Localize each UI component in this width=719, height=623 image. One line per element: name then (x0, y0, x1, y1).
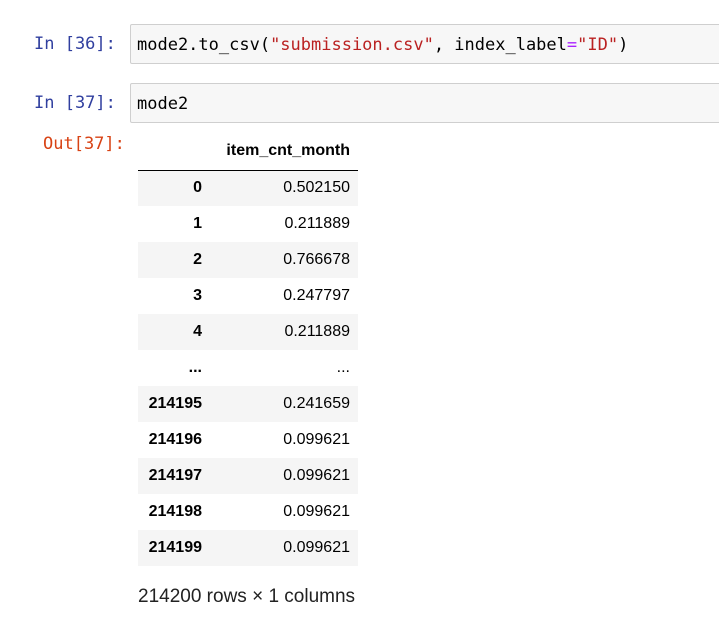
cell-value: 0.766678 (283, 251, 350, 268)
cell-value: 0.211889 (284, 215, 350, 232)
table-row: ...... (138, 350, 358, 386)
table-row: 214199 0.099621 (138, 530, 358, 566)
row-index: 214197 (148, 467, 202, 484)
table-row: 2 0.766678 (138, 242, 358, 278)
code-string-token: "submission.csv" (270, 35, 434, 55)
dataframe-shape: 214200 rows × 1 columns (138, 586, 356, 607)
table-header-row: item_cnt_month (138, 133, 358, 171)
row-index: 4 (193, 323, 202, 340)
dataframe-table: item_cnt_month 0 0.502150 1 0.211889 2 0.7666… (138, 133, 358, 566)
code-cell-36[interactable]: mode2.to_csv("submission.csv", index_lab… (130, 24, 719, 64)
table-row: 0 0.502150 (138, 170, 358, 206)
index-header (138, 133, 210, 171)
code-operator-token: = (566, 35, 578, 55)
cell-value: 0.241659 (283, 395, 350, 412)
row-index: 1 (193, 215, 202, 232)
cell-value: 0.211889 (284, 323, 350, 340)
cell-value: ... (336, 359, 350, 376)
cell-prompt-out-37: Out[37]: (43, 134, 125, 154)
row-index: 3 (193, 287, 202, 304)
row-index: 0 (193, 179, 202, 197)
code-string-token: "ID" (577, 35, 619, 55)
row-index: 214199 (148, 539, 202, 556)
cell-prompt-in-37: In [37]: (34, 93, 116, 113)
column-header: item_cnt_month (210, 133, 358, 171)
cell-value: 0.502150 (283, 179, 350, 197)
code-line: mode2.to_csv("submission.csv", index_lab… (137, 35, 628, 55)
code-token: mode2.to_csv( (137, 35, 271, 55)
table-row: 214196 0.099621 (138, 422, 358, 458)
cell-value: 0.099621 (283, 503, 350, 520)
code-cell-37[interactable]: mode2 (130, 83, 719, 123)
table-row: 4 0.211889 (138, 314, 358, 350)
row-index: 214196 (148, 431, 202, 448)
table-row: 214197 0.099621 (138, 458, 358, 494)
table-row: 3 0.247797 (138, 278, 358, 314)
row-index: ... (188, 359, 202, 376)
table-row: 214195 0.241659 (138, 386, 358, 422)
table-row: 214198 0.099621 (138, 494, 358, 530)
row-index: 214198 (148, 503, 202, 520)
cell-value: 0.099621 (283, 467, 350, 484)
cell-value: 0.099621 (283, 431, 350, 448)
cell-value: 0.099621 (283, 539, 350, 556)
row-index: 2 (193, 251, 202, 268)
table-row: 1 0.211889 (138, 206, 358, 242)
code-token: , index_label (433, 35, 567, 55)
code-line: mode2 (137, 94, 189, 114)
code-token: ) (618, 35, 629, 55)
cell-value: 0.247797 (283, 287, 350, 304)
row-index: 214195 (148, 395, 202, 412)
cell-prompt-in-36: In [36]: (34, 34, 116, 54)
